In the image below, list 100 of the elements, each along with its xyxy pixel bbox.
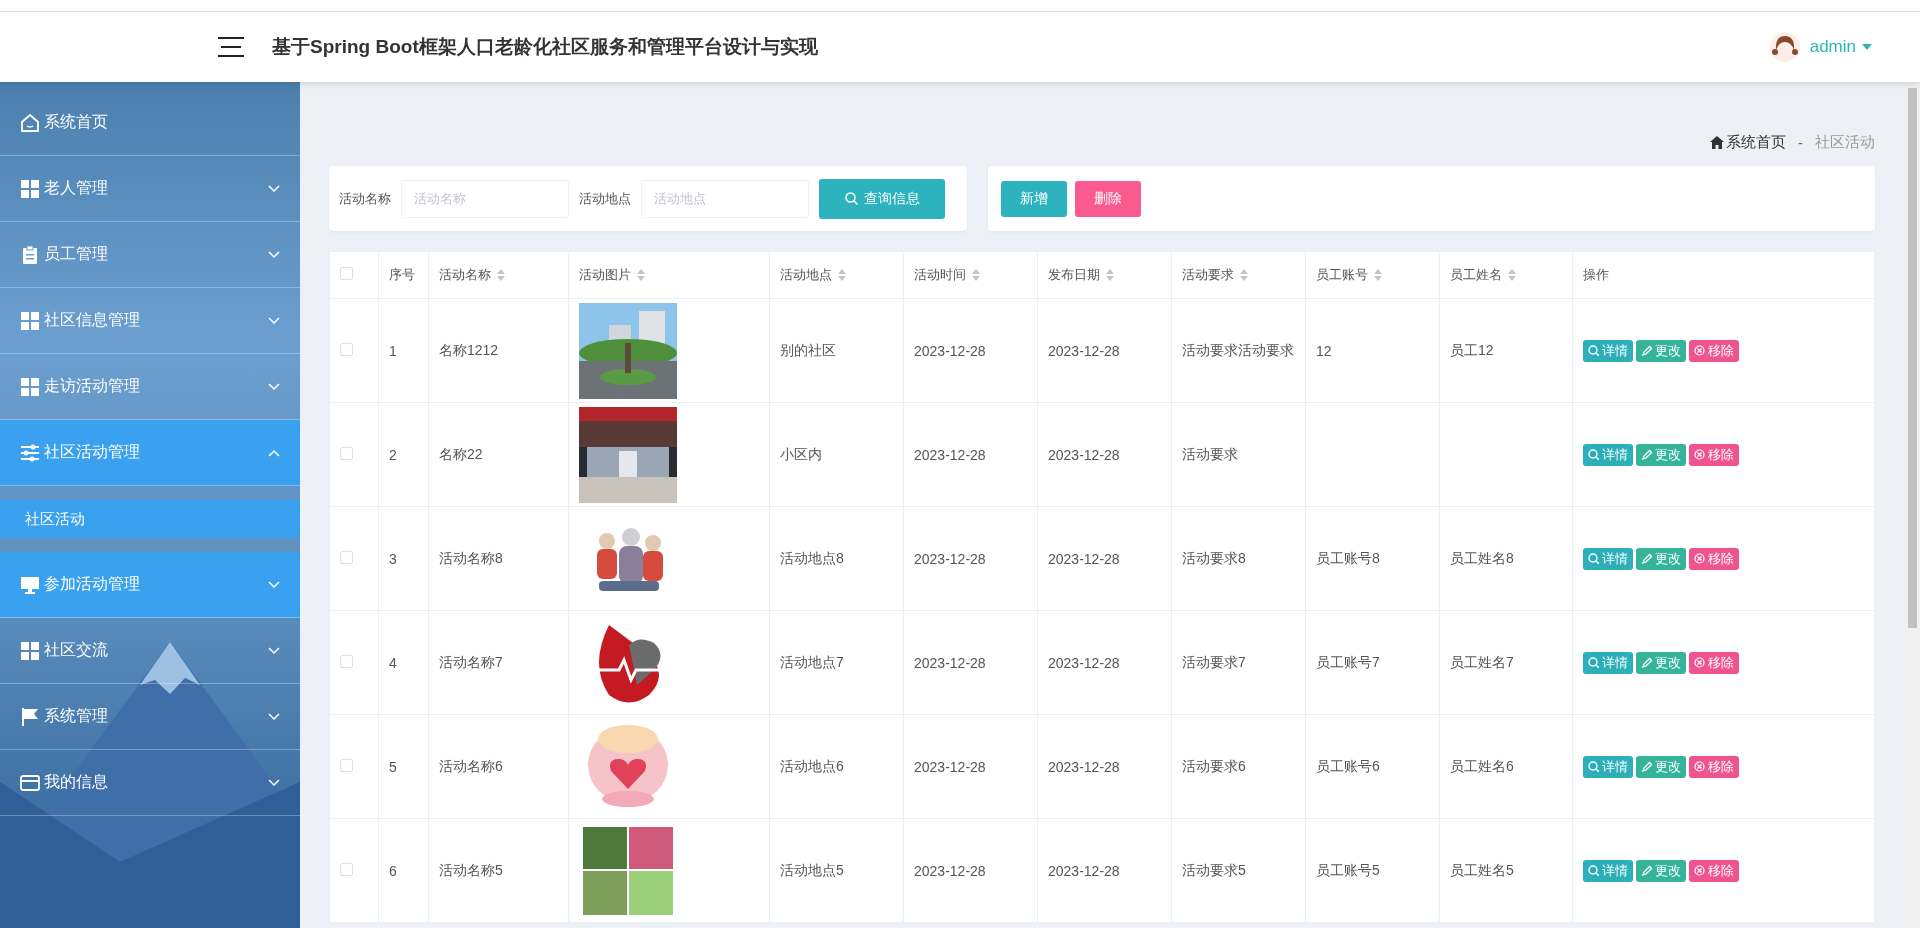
edit-button[interactable]: 更改 [1636,755,1686,778]
column-header[interactable]: 员工账号 [1316,266,1382,284]
detail-button[interactable]: 详情 [1583,443,1633,466]
column-header[interactable]: 发布日期 [1048,266,1114,284]
column-header[interactable]: 活动图片 [579,266,645,284]
page-title: 基于Spring Boot框架人口老龄化社区服务和管理平台设计与实现 [272,35,818,59]
search-field[interactable]: 活动名称 [401,179,569,218]
edit-button[interactable]: 更改 [1636,339,1686,362]
edit-button[interactable]: 更改 [1636,547,1686,570]
search-icon [1588,865,1599,876]
table-cell: 名称22 [439,445,483,462]
table-cell: 活动名称5 [439,861,503,878]
sidebar-item[interactable]: 员工管理 [0,222,300,288]
checkbox[interactable] [340,550,353,564]
grid-icon [20,376,40,397]
table-cell: 12 [1316,342,1332,359]
edit-button[interactable]: 更改 [1636,859,1686,882]
column-header[interactable]: 活动要求 [1182,266,1248,284]
table-cell: 员工账号5 [1316,861,1380,878]
sort-icon [497,269,505,281]
home-icon [20,112,40,133]
checkbox[interactable] [340,654,353,668]
pencil-icon [1641,657,1652,668]
column-header[interactable]: 员工姓名 [1450,266,1516,284]
column-header[interactable]: 活动名称 [439,266,505,284]
edit-button[interactable]: 更改 [1636,443,1686,466]
table-cell: 活动名称7 [439,653,503,670]
remove-button[interactable]: 移除 [1689,547,1739,570]
chevron-down-icon [268,184,280,193]
detail-button[interactable]: 详情 [1583,651,1633,674]
close-circle-icon [1694,553,1705,564]
chevron-down-icon [268,778,280,787]
sidebar-item[interactable]: 社区活动管理 [0,420,300,486]
table-cell: 2023-12-28 [1048,446,1120,463]
delete-button[interactable]: 删除 [1075,180,1141,217]
table-cell: 名称1212 [439,341,499,358]
checkbox[interactable] [340,446,353,460]
table-cell: 小区内 [780,445,822,462]
search-icon [1588,761,1599,772]
detail-button[interactable]: 详情 [1583,859,1633,882]
add-button[interactable]: 新增 [1001,180,1067,217]
column-header[interactable]: 活动地点 [780,266,846,284]
table-cell: 1 [389,342,397,359]
table-cell: 2023-12-28 [914,654,986,671]
column-header[interactable]: 操作 [1583,266,1609,284]
checkbox[interactable] [340,342,353,356]
checkbox[interactable] [340,267,353,280]
detail-button[interactable]: 详情 [1583,547,1633,570]
scrollbar[interactable] [1905,82,1920,928]
pencil-icon [1641,865,1652,876]
breadcrumb-link[interactable]: 系统首页 [1710,132,1786,152]
remove-button[interactable]: 移除 [1689,339,1739,362]
table-cell: 活动要求7 [1182,653,1246,670]
grid-icon [20,178,40,199]
sidebar-item[interactable]: 社区信息管理 [0,288,300,354]
table-cell: 2023-12-28 [914,550,986,567]
checkbox[interactable] [340,758,353,772]
search-field[interactable]: 活动地点 [641,179,809,218]
flag-icon [20,706,40,727]
table-cell: 员工账号6 [1316,757,1380,774]
table-cell: 2023-12-28 [1048,550,1120,567]
remove-button[interactable]: 移除 [1689,443,1739,466]
checkbox[interactable] [340,862,353,876]
chevron-down-icon [268,382,280,391]
table-cell: 活动地点7 [780,653,844,670]
table-cell: 2 [389,446,397,463]
monitor-icon [20,574,40,595]
table-cell: 员工姓名5 [1450,861,1514,878]
remove-button[interactable]: 移除 [1689,651,1739,674]
sidebar-item[interactable]: 社区交流 [0,618,300,684]
field-label: 活动名称 [339,189,391,208]
sidebar-item[interactable]: 老人管理 [0,156,300,222]
column-header[interactable]: 序号 [389,266,415,284]
table-cell: 员工姓名6 [1450,757,1514,774]
close-circle-icon [1694,865,1705,876]
table-cell: 2023-12-28 [914,446,986,463]
remove-button[interactable]: 移除 [1689,755,1739,778]
avatar-icon [1769,32,1800,62]
pencil-icon [1641,345,1652,356]
table-cell: 3 [389,550,397,567]
pencil-icon [1641,449,1652,460]
chevron-up-icon [268,448,280,457]
sort-icon [1374,269,1382,281]
menu-button[interactable] [218,35,244,59]
card-icon [20,772,40,793]
remove-button[interactable]: 移除 [1689,859,1739,882]
sidebar-item[interactable]: 参加活动管理 [0,552,300,618]
detail-button[interactable]: 详情 [1583,339,1633,362]
edit-button[interactable]: 更改 [1636,651,1686,674]
chevron-down-icon [268,250,280,259]
chevron-down-icon [268,646,280,655]
detail-button[interactable]: 详情 [1583,755,1633,778]
user-menu[interactable]: admin [1809,37,1872,57]
submenu-item[interactable]: 社区活动 [0,500,300,538]
breadcrumb-current: 社区活动 [1815,132,1875,152]
search-button[interactable]: 查询信息 [819,178,945,219]
table-cell: 别的社区 [780,341,836,358]
field-label: 活动地点 [579,189,631,208]
sort-icon [637,269,645,281]
column-header[interactable]: 活动时间 [914,266,980,284]
